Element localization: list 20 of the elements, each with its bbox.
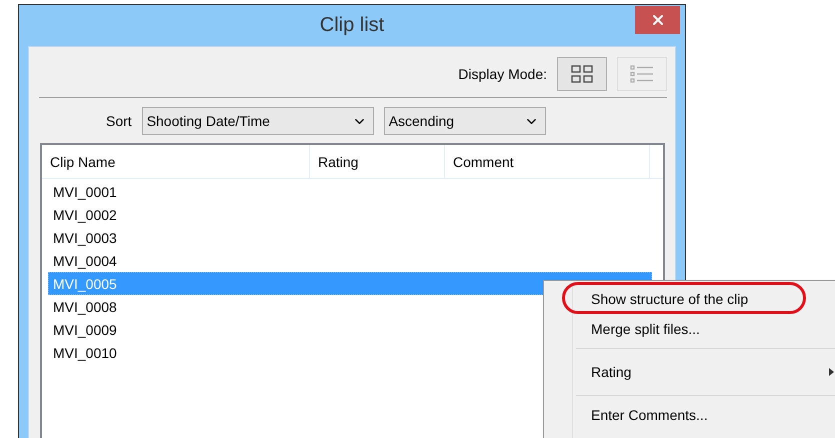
thumbnail-view-button[interactable] [557, 57, 607, 91]
clip-row[interactable]: MVI_0003 [48, 226, 652, 249]
sort-order-dropdown[interactable]: Ascending [384, 107, 546, 135]
menu-item[interactable]: Enter Comments... [546, 400, 835, 430]
display-mode-label: Display Mode: [458, 66, 547, 82]
grid-icon [571, 65, 593, 83]
menu-item[interactable]: Merge split files... [546, 314, 835, 344]
clip-row[interactable]: MVI_0001 [48, 180, 652, 203]
sort-label: Sort [106, 113, 132, 129]
menu-item[interactable]: Rating [546, 353, 835, 391]
column-header[interactable]: Comment [445, 145, 650, 178]
close-button[interactable] [635, 6, 680, 34]
window-title: Clip list [320, 14, 384, 37]
column-header[interactable]: Clip Name [42, 145, 310, 178]
sort-key-dropdown[interactable]: Shooting Date/Time [142, 107, 374, 135]
clip-row[interactable]: MVI_0004 [48, 249, 652, 272]
list-icon [630, 65, 654, 83]
submenu-arrow-icon [829, 368, 834, 376]
column-header[interactable]: Rating [310, 145, 445, 178]
clip-row[interactable]: MVI_0002 [48, 203, 652, 226]
